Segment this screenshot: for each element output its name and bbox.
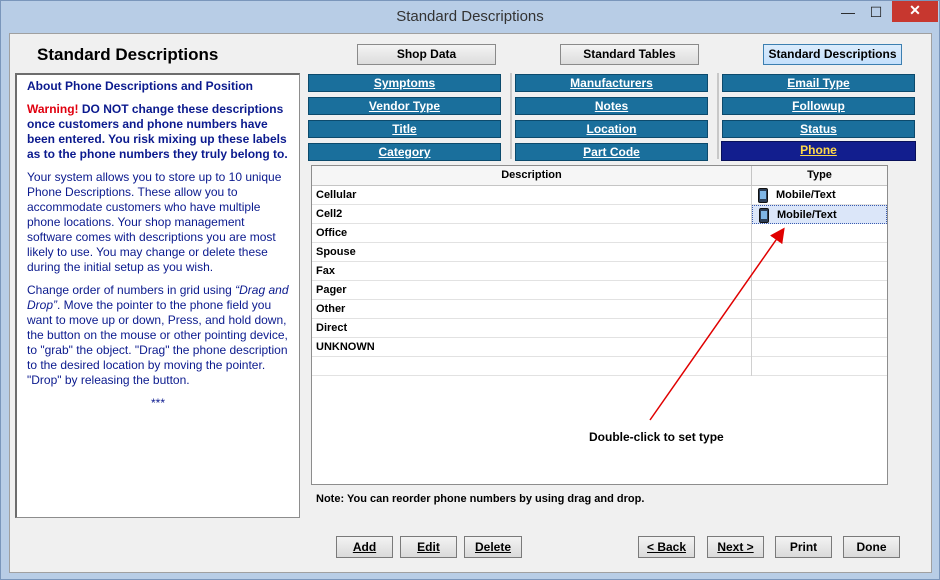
page-title: Standard Descriptions [37,45,219,64]
print-button[interactable]: Print [775,536,832,558]
help-paragraph-2-start: Change order of numbers in grid using [27,283,236,297]
category-vendor-type-label: Vendor Type [368,99,441,113]
help-title: About Phone Descriptions and Position [27,79,254,93]
add-button-label: Add [352,540,377,554]
print-button-label: Print [789,540,818,554]
table-row[interactable]: Other [312,300,887,319]
edit-button-label: Edit [417,540,440,554]
minimize-icon[interactable]: — [835,3,861,23]
description-cell[interactable]: Cell2 [312,205,752,224]
maximize-icon[interactable]: ☐ [863,3,889,23]
table-row[interactable]: Spouse [312,243,887,262]
category-followup[interactable]: Followup [722,97,915,115]
help-paragraph-2-end: . Move the pointer to the phone field yo… [27,298,288,387]
category-title[interactable]: Title [308,120,501,138]
category-phone[interactable]: Phone [721,141,916,161]
description-cell[interactable]: Cellular [312,186,752,205]
next-button[interactable]: Next > [707,536,764,558]
type-cell[interactable]: Mobile/Text [752,186,887,205]
help-paragraph-2: Change order of numbers in grid using “D… [27,283,289,388]
next-button-label: Next > [717,540,754,554]
category-followup-label: Followup [792,99,845,113]
type-cell[interactable] [752,224,887,243]
category-location-label: Location [586,122,637,136]
description-cell[interactable] [312,357,752,376]
category-location[interactable]: Location [515,120,708,138]
type-cell[interactable] [752,243,887,262]
description-cell[interactable]: UNKNOWN [312,338,752,357]
type-cell[interactable] [752,338,887,357]
type-label: Mobile/Text [776,189,836,201]
category-separator [510,73,512,159]
window: Standard Descriptions — ☐ ✕ Standard Des… [0,0,940,580]
client-area: Standard Descriptions Shop Data Standard… [9,33,932,573]
type-cell[interactable] [752,357,887,376]
category-notes-label: Notes [594,99,629,113]
table-row[interactable]: Cell2 Mobile/Text [312,205,887,224]
category-notes[interactable]: Notes [515,97,708,115]
table-row[interactable]: Pager [312,281,887,300]
callout-text: Double-click to set type [589,430,724,444]
mobile-phone-icon [759,208,769,223]
add-button[interactable]: Add [336,536,393,558]
category-manufacturers-label: Manufacturers [570,76,653,90]
close-icon[interactable]: ✕ [892,1,938,22]
delete-button-label: Delete [474,540,512,554]
description-cell[interactable]: Spouse [312,243,752,262]
category-manufacturers[interactable]: Manufacturers [515,74,708,92]
standard-descriptions-button[interactable]: Standard Descriptions [763,44,902,65]
help-panel: About Phone Descriptions and Position Wa… [15,73,300,518]
category-symptoms-label: Symptoms [373,76,436,90]
type-cell[interactable] [752,319,887,338]
done-button[interactable]: Done [843,536,900,558]
help-stars: *** [150,396,165,410]
type-cell[interactable]: Mobile/Text [752,205,887,224]
description-cell[interactable]: Fax [312,262,752,281]
category-email-type-label: Email Type [787,76,850,90]
shop-data-button[interactable]: Shop Data [357,44,496,65]
category-email-type[interactable]: Email Type [722,74,915,92]
column-header-description[interactable]: Description [312,166,752,186]
done-button-label: Done [856,540,887,554]
category-part-code-label: Part Code [583,145,640,159]
description-cell[interactable]: Direct [312,319,752,338]
category-phone-label: Phone [800,143,837,157]
type-label: Mobile/Text [777,209,837,221]
description-cell[interactable]: Other [312,300,752,319]
category-status[interactable]: Status [722,120,915,138]
standard-tables-button[interactable]: Standard Tables [560,44,699,65]
window-title: Standard Descriptions [396,8,544,25]
delete-button[interactable]: Delete [464,536,522,558]
table-row[interactable]: Office [312,224,887,243]
grid-header: Description Type [312,166,887,186]
table-row[interactable] [312,357,887,376]
table-row[interactable]: Fax [312,262,887,281]
category-category-label: Category [378,145,431,159]
category-status-label: Status [800,122,837,136]
type-cell[interactable] [752,262,887,281]
description-cell[interactable]: Office [312,224,752,243]
category-category[interactable]: Category [308,143,501,161]
edit-button[interactable]: Edit [400,536,457,558]
column-header-type[interactable]: Type [752,166,887,186]
type-cell[interactable] [752,300,887,319]
help-paragraph-1: Your system allows you to store up to 10… [27,170,282,274]
table-row[interactable]: Cellular Mobile/Text [312,186,887,205]
warning-text: Warning! DO NOT change these description… [27,102,289,162]
mobile-phone-icon [758,188,768,203]
category-separator [717,73,719,159]
category-vendor-type[interactable]: Vendor Type [308,97,501,115]
back-button-label: < Back [646,540,687,554]
title-bar: Standard Descriptions — ☐ ✕ [1,1,939,33]
table-row[interactable]: Direct [312,319,887,338]
warning-label: Warning! [27,102,79,116]
category-title-label: Title [392,122,417,136]
type-cell[interactable] [752,281,887,300]
table-row[interactable]: UNKNOWN [312,338,887,357]
category-part-code[interactable]: Part Code [515,143,708,161]
description-cell[interactable]: Pager [312,281,752,300]
back-button[interactable]: < Back [638,536,695,558]
reorder-note: Note: You can reorder phone numbers by u… [316,493,645,505]
category-symptoms[interactable]: Symptoms [308,74,501,92]
